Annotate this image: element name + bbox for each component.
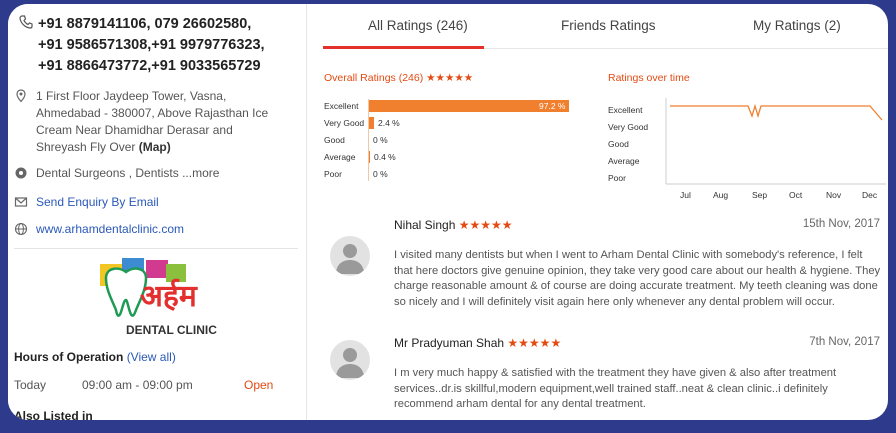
timeline-level-label: Good: [608, 139, 629, 149]
phone-line[interactable]: +91 9586571308,+91 9979776323,: [18, 35, 298, 56]
bar-value-label: 2.4 %: [378, 118, 400, 128]
review-stars: ★★★★★: [507, 336, 562, 350]
bar-value-label: 0 %: [373, 169, 388, 179]
listing-card: +91 8879141106, 079 26602580, +91 958657…: [8, 4, 888, 420]
more-link[interactable]: ...more: [182, 166, 219, 180]
ratings-over-time-title: Ratings over time: [608, 72, 690, 84]
overall-rating-stars: ★★★★★: [426, 72, 474, 84]
globe-icon: [14, 222, 28, 236]
logo-hindi-text: अर्हम: [140, 278, 198, 314]
ratings-trend-line: [670, 103, 883, 121]
divider: [14, 248, 298, 249]
review-date: 15th Nov, 2017: [802, 218, 880, 230]
review-stars: ★★★★★: [458, 218, 513, 232]
reviewer-avatar[interactable]: [330, 236, 370, 276]
reviewer-name[interactable]: Nihal Singh ★★★★★: [394, 218, 513, 232]
website-link[interactable]: www.arhamdentalclinic.com: [14, 221, 294, 238]
rating-bar: [369, 151, 370, 163]
bar-value-label: 97.2 %: [539, 101, 566, 111]
clinic-logo: अर्हम DENTAL CLINIC: [96, 256, 224, 342]
review-text: I visited many dentists but when I went …: [394, 249, 881, 308]
review-text: I m very much happy & satisfied with the…: [394, 367, 837, 411]
timeline-level-label: Poor: [608, 173, 626, 183]
rating-bar: [369, 117, 374, 129]
website-row[interactable]: www.arhamdentalclinic.com: [14, 221, 294, 238]
hours-status: Open: [244, 378, 274, 392]
business-info-panel: +91 8879141106, 079 26602580, +91 958657…: [8, 4, 307, 420]
phone-line[interactable]: +91 8866473772,+91 9033565729: [18, 56, 298, 77]
timeline-level-label: Average: [608, 156, 640, 166]
location-pin-icon: [16, 89, 26, 103]
review-date: 7th Nov, 2017: [809, 336, 880, 348]
bar-value-label: 0.4 %: [374, 152, 396, 162]
overall-ratings-title: Overall Ratings (246) ★★★★★: [324, 72, 474, 84]
map-link[interactable]: (Map): [139, 140, 171, 154]
categories-row: Dental Surgeons , Dentists ...more: [14, 165, 294, 182]
timeline-month-label: Sep: [752, 190, 768, 200]
address-line: Ahmedabad - 380007, Above Rajasthan Ice: [36, 106, 269, 120]
hours-heading: Hours of Operation (View all): [14, 350, 176, 364]
enquiry-row[interactable]: Send Enquiry By Email: [14, 194, 294, 211]
phone-line[interactable]: +91 8879141106, 079 26602580,: [18, 14, 298, 35]
phone-numbers: +91 8879141106, 079 26602580, +91 958657…: [18, 14, 298, 77]
bar-chart-axis: [368, 99, 369, 181]
page-frame: +91 8879141106, 079 26602580, +91 958657…: [0, 0, 896, 433]
logo-dental-clinic-text: DENTAL CLINIC: [126, 323, 217, 337]
tab-friends-ratings[interactable]: Friends Ratings: [561, 18, 656, 33]
bar-category-label: Excellent: [324, 101, 359, 111]
categories-text: Dental Surgeons , Dentists ...more: [36, 166, 220, 180]
timeline-level-label: Very Good: [608, 122, 649, 132]
active-tab-indicator: [323, 46, 484, 49]
hours-time: 09:00 am - 09:00 pm: [82, 378, 193, 392]
email-icon: [14, 197, 28, 207]
tab-all-ratings[interactable]: All Ratings (246): [368, 18, 468, 33]
clinic-logo-graphic: अर्हम DENTAL CLINIC: [96, 256, 224, 342]
bar-category-label: Poor: [324, 169, 342, 179]
timeline-level-label: Excellent: [608, 105, 643, 115]
view-all-hours-link[interactable]: (View all): [127, 350, 176, 364]
user-icon: [336, 348, 364, 378]
address-line: 1 First Floor Jaydeep Tower, Vasna,: [36, 89, 227, 103]
reviewer-avatar[interactable]: [330, 340, 370, 380]
bar-category-label: Good: [324, 135, 345, 145]
reviewer-name[interactable]: Mr Pradyuman Shah ★★★★★: [394, 336, 561, 350]
ratings-over-time-chart: [665, 98, 886, 185]
timeline-month-label: Jul: [680, 190, 691, 200]
ratings-panel: All Ratings (246) Friends Ratings My Rat…: [308, 4, 888, 420]
bar-category-label: Average: [324, 152, 356, 162]
address-row: 1 First Floor Jaydeep Tower, Vasna, Ahme…: [14, 88, 294, 156]
timeline-month-label: Nov: [826, 190, 842, 200]
send-enquiry-link[interactable]: Send Enquiry By Email: [14, 194, 294, 211]
bar-value-label: 0 %: [373, 135, 388, 145]
tab-my-ratings[interactable]: My Ratings (2): [753, 18, 841, 33]
address-line: Shreyash Fly Over (Map): [36, 140, 171, 154]
category-icon: [15, 167, 27, 179]
also-listed-heading: Also Listed in: [14, 409, 93, 420]
hours-day: Today: [14, 378, 47, 392]
bar-category-label: Very Good: [324, 118, 365, 128]
phone-icon: [19, 15, 33, 29]
timeline-month-label: Aug: [713, 190, 729, 200]
user-icon: [336, 244, 364, 274]
timeline-month-label: Dec: [862, 190, 878, 200]
ratings-tabs: All Ratings (246) Friends Ratings My Rat…: [323, 4, 888, 49]
timeline-month-label: Oct: [789, 190, 803, 200]
address-line: Cream Near Dhamidhar Derasar and: [36, 123, 233, 137]
